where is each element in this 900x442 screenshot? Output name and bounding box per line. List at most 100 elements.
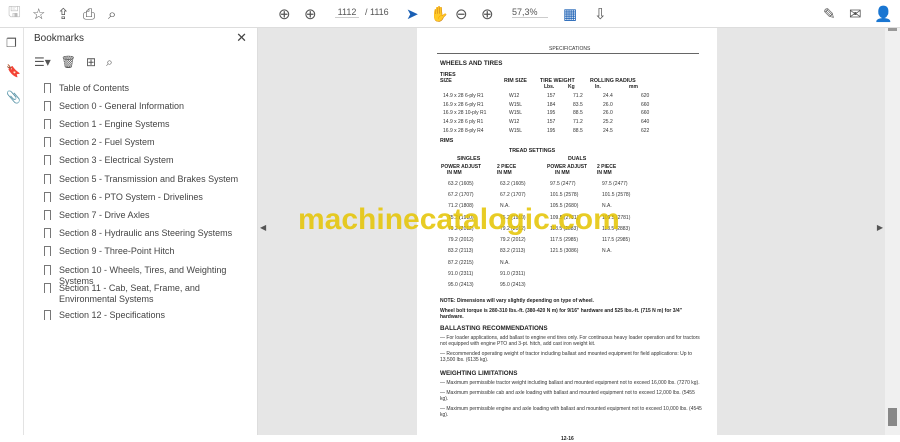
table-cell: 97.5 (2477): [602, 180, 628, 187]
bookmark-icon[interactable]: 🔖: [6, 64, 21, 78]
save-icon[interactable]: 🖫: [8, 4, 21, 24]
col-head: IN MM: [447, 170, 462, 176]
table-cell: 640: [641, 119, 650, 126]
table-cell: W15L: [509, 101, 523, 108]
bookmark-item[interactable]: Section 8 - Hydraulic ans Steering Syste…: [44, 228, 249, 239]
find-bookmark-icon[interactable]: ⌕: [106, 55, 113, 70]
search-icon[interactable]: ⌕: [108, 4, 116, 24]
page-number-input[interactable]: 1112: [335, 7, 359, 18]
scroll-thumb-lower[interactable]: [888, 408, 897, 426]
table-cell: W15L: [509, 127, 523, 134]
bookmark-label: Section 6 - PTO System - Drivelines: [59, 192, 203, 202]
col-head: SIZE: [440, 78, 452, 84]
delete-icon[interactable]: 🗑: [61, 55, 76, 70]
table-cell: 87.2 (2215): [448, 259, 474, 266]
tread-heading: TREAD SETTINGS: [509, 148, 556, 154]
bookmark-item-icon: [44, 155, 51, 165]
bookmark-label: Section 8 - Hydraulic ans Steering Syste…: [59, 228, 233, 238]
singles-heading: SINGLES: [457, 156, 481, 162]
bookmark-item[interactable]: Section 3 - Electrical System: [44, 155, 249, 166]
bookmark-label: Section 9 - Three-Point Hitch: [59, 246, 175, 256]
table-cell: 95.0 (2413): [448, 282, 474, 289]
table-cell: 83.2 (2113): [500, 248, 526, 255]
table-row: 97.5 (2477) 97.5 (2477): [547, 178, 649, 189]
mail-icon[interactable]: ✉: [849, 4, 862, 24]
prev-page-icon[interactable]: ⊕: [278, 4, 291, 24]
bookmark-item[interactable]: Section 6 - PTO System - Drivelines: [44, 192, 249, 203]
zoom-select[interactable]: 57,3%: [512, 7, 548, 18]
table-row: 16.9 x 28 6-ply R1 W15L 184 83.5 26.0 660: [440, 101, 658, 110]
bullet-item: — For loader applications, add ballast t…: [440, 335, 700, 347]
section-heading: WHEELS AND TIRES: [440, 60, 503, 67]
hand-tool-icon[interactable]: ✋: [430, 4, 449, 24]
pages-icon[interactable]: ❐: [6, 36, 17, 50]
upload-cloud-icon[interactable]: ⇪: [57, 4, 70, 24]
bookmark-item[interactable]: Section 7 - Drive Axles: [44, 210, 249, 221]
table-cell: W15L: [509, 110, 523, 117]
bookmark-label: Table of Contents: [59, 83, 130, 93]
scroll-thumb[interactable]: [888, 28, 897, 31]
bookmark-label: Section 7 - Drive Axles: [59, 210, 150, 220]
table-row: 14.9 x 28 6-ply R1 W12 157 71.2 24.4 620: [440, 92, 658, 101]
table-cell: 24.4: [603, 93, 613, 100]
table-cell: 184: [547, 101, 556, 108]
bookmark-item-icon: [44, 310, 51, 320]
bookmark-item-icon: [44, 101, 51, 111]
table-row: 83.2 (2113) 83.2 (2113): [445, 246, 547, 257]
bookmark-item[interactable]: Section 2 - Fuel System: [44, 137, 249, 148]
bookmark-label: Section 11 - Cab, Seat, Frame, and Envir…: [59, 283, 200, 304]
col-head: mm: [629, 84, 638, 90]
bookmark-item-icon: [44, 210, 51, 220]
bookmark-item-icon: [44, 228, 51, 238]
zoom-in-icon[interactable]: ⊕: [481, 4, 494, 24]
table-cell: 63.2 (1605): [500, 180, 526, 187]
table-cell: 157: [547, 119, 556, 126]
bookmark-item[interactable]: Section 12 - Specifications: [44, 310, 249, 321]
bookmark-item[interactable]: Section 0 - General Information: [44, 101, 249, 112]
bookmark-label: Section 0 - General Information: [59, 101, 185, 111]
bookmark-item[interactable]: Section 5 - Transmission and Brakes Syst…: [44, 174, 249, 185]
attachment-icon[interactable]: 📎: [6, 90, 21, 104]
table-cell: 660: [641, 101, 650, 108]
col-head: IN MM: [597, 170, 612, 176]
bookmark-item[interactable]: Section 11 - Cab, Seat, Frame, and Envir…: [44, 283, 249, 305]
collapse-left-icon[interactable]: ◀: [260, 223, 266, 232]
bookmark-label: Section 12 - Specifications: [59, 310, 166, 320]
table-cell: 25.2: [603, 119, 613, 126]
table-cell: 71.2: [573, 93, 583, 100]
col-head: Lbs.: [544, 84, 555, 90]
select-cursor-icon[interactable]: ➤: [406, 4, 419, 24]
bookmark-item[interactable]: Section 1 - Engine Systems: [44, 119, 249, 130]
print-icon[interactable]: ⎙: [83, 4, 95, 24]
bookmark-item-icon: [44, 83, 51, 93]
add-bookmark-icon[interactable]: ⊞: [86, 55, 96, 70]
bullet-item: — Maximum permissible tractor weight inc…: [440, 380, 700, 386]
collapse-right-icon[interactable]: ▶: [877, 223, 883, 232]
bullet-item: — Maximum permissible engine and axle lo…: [440, 406, 702, 418]
table-cell: 121.5 (3086): [550, 248, 579, 255]
account-icon[interactable]: 👤: [874, 4, 893, 24]
table-row: 16.9 x 28 8-ply R4 W15L 195 88.5 24.5 622: [440, 126, 658, 135]
table-row: 91.0 (2311) 91.0 (2311): [445, 268, 547, 279]
bookmark-item-icon: [44, 246, 51, 256]
scroll-mode-icon[interactable]: ⇩: [594, 4, 607, 24]
bookmark-item[interactable]: Section 9 - Three-Point Hitch: [44, 246, 249, 257]
bookmark-item[interactable]: Table of Contents: [44, 83, 249, 94]
bookmark-item-icon: [44, 174, 51, 184]
table-cell: 16.9 x 28 6-ply R1: [443, 101, 484, 108]
table-row: 101.5 (2578) 101.5 (2578): [547, 189, 649, 200]
fit-page-icon[interactable]: ▦: [563, 4, 577, 24]
next-page-icon[interactable]: ⊕: [304, 4, 317, 24]
table-row: 95.0 (2413) 95.0 (2413): [445, 280, 547, 291]
star-icon[interactable]: ☆: [32, 4, 45, 24]
table-cell: 14.9 x 28 6 ply R1: [443, 119, 484, 126]
options-icon[interactable]: ☰▾: [34, 55, 51, 70]
note: NOTE: Dimensions will vary slightly depe…: [440, 298, 594, 304]
sign-icon[interactable]: ✎: [823, 4, 836, 24]
table-cell: 91.0 (2311): [500, 271, 526, 278]
close-icon[interactable]: ✕: [236, 30, 247, 46]
bookmark-label: Section 1 - Engine Systems: [59, 119, 170, 129]
zoom-out-icon[interactable]: ⊖: [455, 4, 468, 24]
table-cell: 97.5 (2477): [550, 180, 576, 187]
scrollbar[interactable]: [885, 28, 900, 435]
